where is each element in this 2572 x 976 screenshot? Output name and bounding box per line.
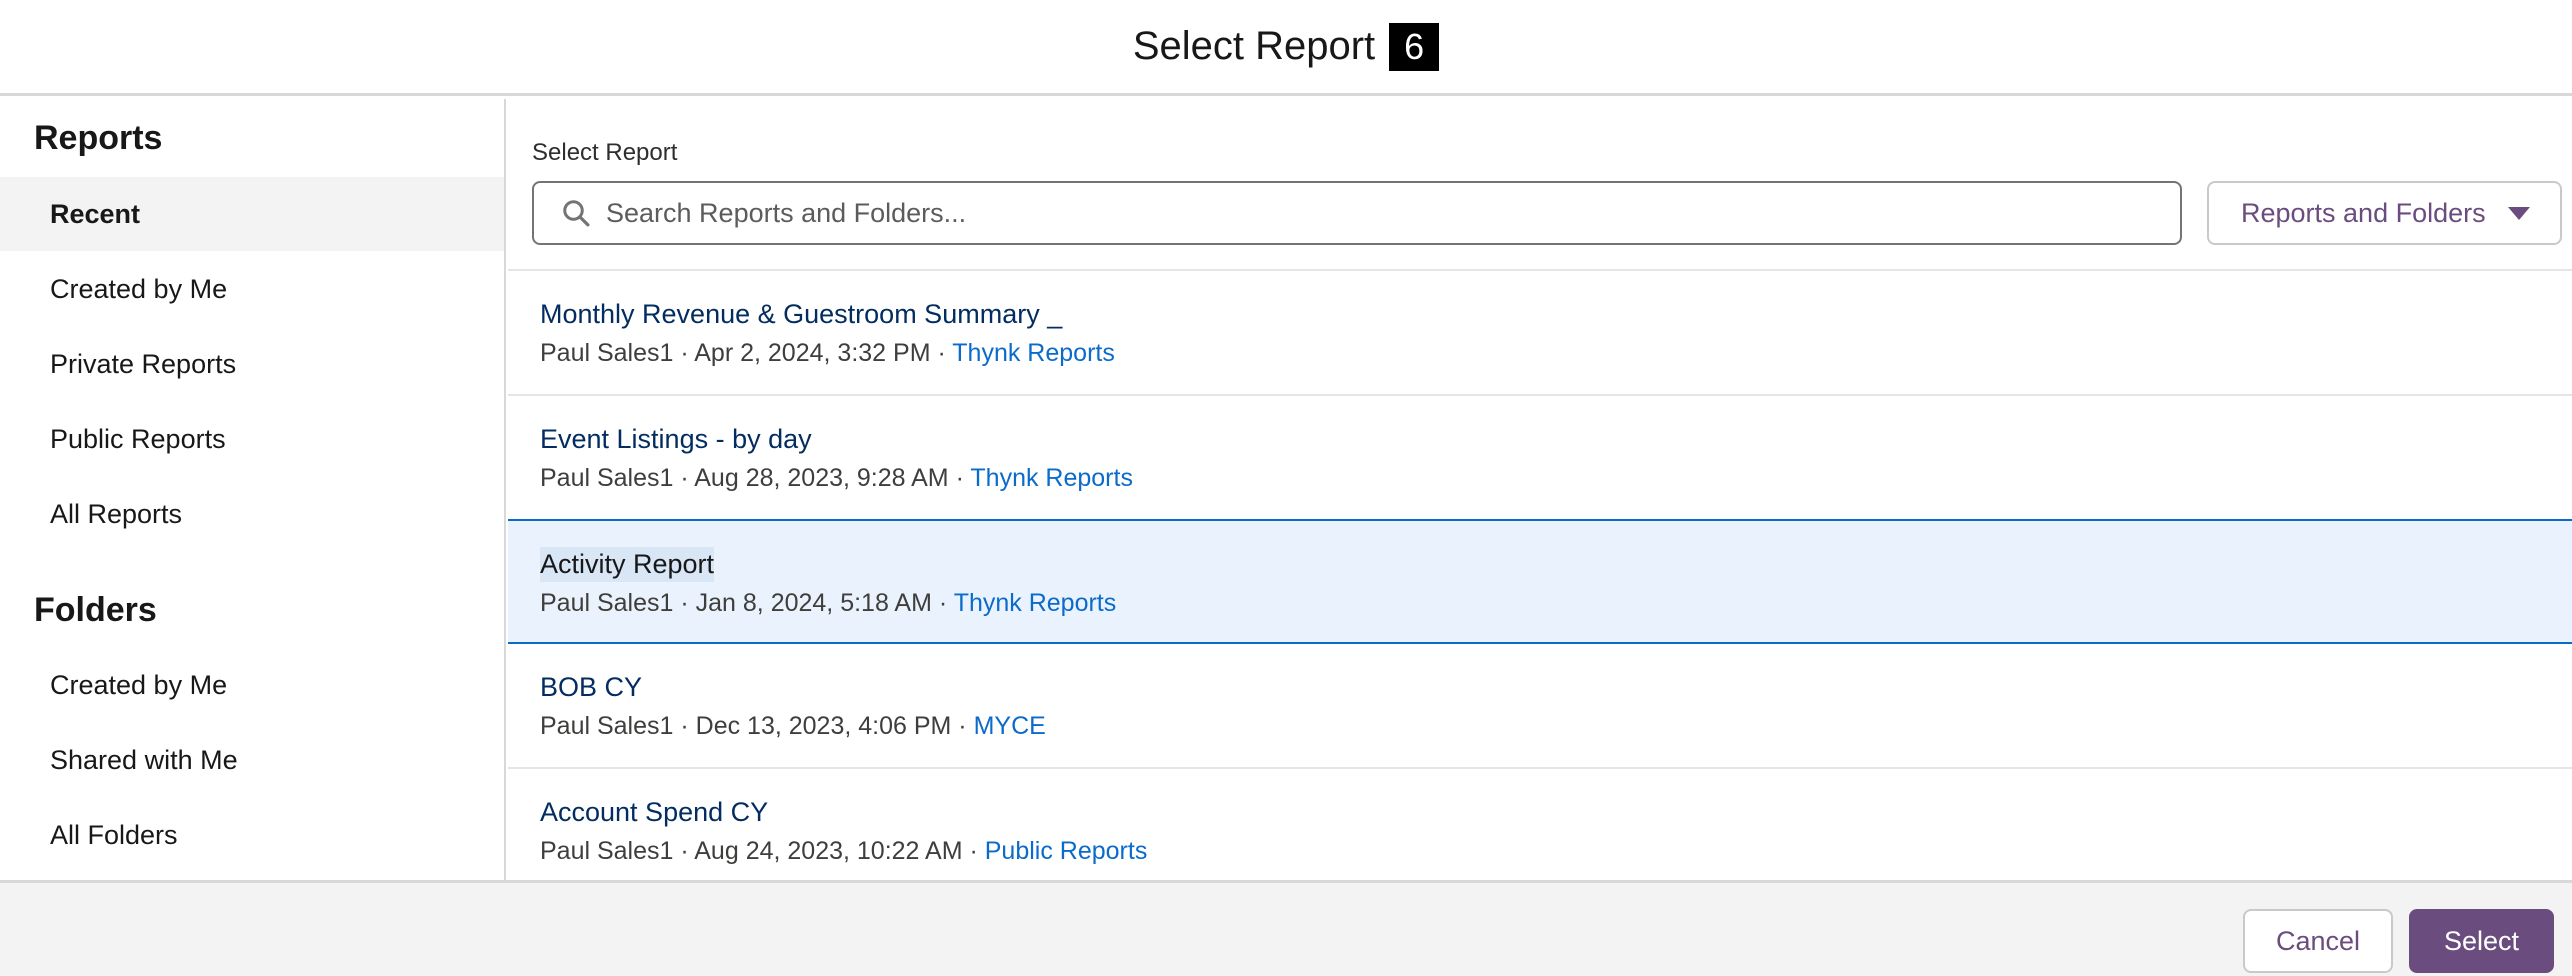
report-meta: Paul Sales1 · Apr 2, 2024, 3:32 PM · Thy…: [540, 339, 1115, 368]
report-folder-link[interactable]: MYCE: [974, 712, 1046, 740]
report-title[interactable]: Account Spend CY: [540, 797, 768, 828]
report-row-account-spend[interactable]: Account Spend CY Paul Sales1 · Aug 24, 2…: [508, 769, 2572, 880]
search-label: Select Report: [532, 139, 678, 166]
sidebar: Reports Recent Created by Me Private Rep…: [0, 99, 506, 880]
report-list: Monthly Revenue & Guestroom Summary _ Pa…: [508, 269, 2572, 880]
sidebar-item-public-reports[interactable]: Public Reports: [0, 402, 504, 476]
report-row-activity-report[interactable]: Activity Report Paul Sales1 · Jan 8, 202…: [508, 519, 2572, 644]
sidebar-item-recent[interactable]: Recent: [0, 177, 504, 251]
report-details: Paul Sales1 · Dec 13, 2023, 4:06 PM ·: [540, 712, 974, 740]
report-picker: Select Report Reports and Folders Monthl…: [508, 99, 2572, 880]
sidebar-item-private-reports[interactable]: Private Reports: [0, 327, 504, 401]
report-meta: Paul Sales1 · Aug 24, 2023, 10:22 AM · P…: [540, 837, 1147, 866]
modal-header: Select Report 6: [0, 0, 2572, 96]
modal-footer: Cancel Select: [0, 880, 2572, 976]
sidebar-item-created-by-me[interactable]: Created by Me: [0, 252, 504, 326]
modal-title: Select Report: [1132, 24, 1376, 68]
report-details: Paul Sales1 · Aug 24, 2023, 10:22 AM ·: [540, 837, 985, 865]
report-title[interactable]: Activity Report: [540, 547, 715, 582]
chevron-down-icon: [2508, 206, 2530, 220]
folders-heading: Folders: [34, 591, 157, 629]
reports-and-folders-dropdown[interactable]: Reports and Folders: [2207, 181, 2562, 245]
report-row-monthly-revenue[interactable]: Monthly Revenue & Guestroom Summary _ Pa…: [508, 271, 2572, 396]
report-meta: Paul Sales1 · Dec 13, 2023, 4:06 PM · MY…: [540, 712, 1046, 741]
modal-badge: 6: [1389, 22, 1440, 71]
report-details: Paul Sales1 · Jan 8, 2024, 5:18 AM ·: [540, 589, 954, 617]
report-folder-link[interactable]: Thynk Reports: [970, 464, 1133, 492]
report-meta: Paul Sales1 · Jan 8, 2024, 5:18 AM · Thy…: [540, 589, 1116, 618]
filter-label: Reports and Folders: [2241, 197, 2486, 228]
sidebar-item-shared-with-me[interactable]: Shared with Me: [0, 723, 504, 797]
report-title[interactable]: Monthly Revenue & Guestroom Summary _: [540, 299, 1062, 330]
search-box[interactable]: [532, 181, 2182, 245]
report-folder-link[interactable]: Thynk Reports: [952, 339, 1115, 367]
sidebar-item-all-reports[interactable]: All Reports: [0, 477, 504, 551]
report-title[interactable]: Event Listings - by day: [540, 424, 812, 455]
sidebar-item-all-folders[interactable]: All Folders: [0, 798, 504, 872]
reports-heading: Reports: [34, 119, 163, 157]
report-details: Paul Sales1 · Apr 2, 2024, 3:32 PM ·: [540, 339, 953, 367]
report-details: Paul Sales1 · Aug 28, 2023, 9:28 AM ·: [540, 464, 971, 492]
report-row-bob-cy[interactable]: BOB CY Paul Sales1 · Dec 13, 2023, 4:06 …: [508, 644, 2572, 769]
cancel-button[interactable]: Cancel: [2243, 909, 2393, 973]
report-meta: Paul Sales1 · Aug 28, 2023, 9:28 AM · Th…: [540, 464, 1133, 493]
report-folder-link[interactable]: Thynk Reports: [954, 589, 1117, 617]
search-icon: [546, 183, 606, 243]
report-title[interactable]: BOB CY: [540, 672, 642, 703]
report-row-event-listings[interactable]: Event Listings - by day Paul Sales1 · Au…: [508, 396, 2572, 521]
search-input[interactable]: [606, 185, 2166, 241]
sidebar-item-folders-created-by-me[interactable]: Created by Me: [0, 648, 504, 722]
select-button[interactable]: Select: [2409, 909, 2554, 973]
report-folder-link[interactable]: Public Reports: [985, 837, 1148, 865]
